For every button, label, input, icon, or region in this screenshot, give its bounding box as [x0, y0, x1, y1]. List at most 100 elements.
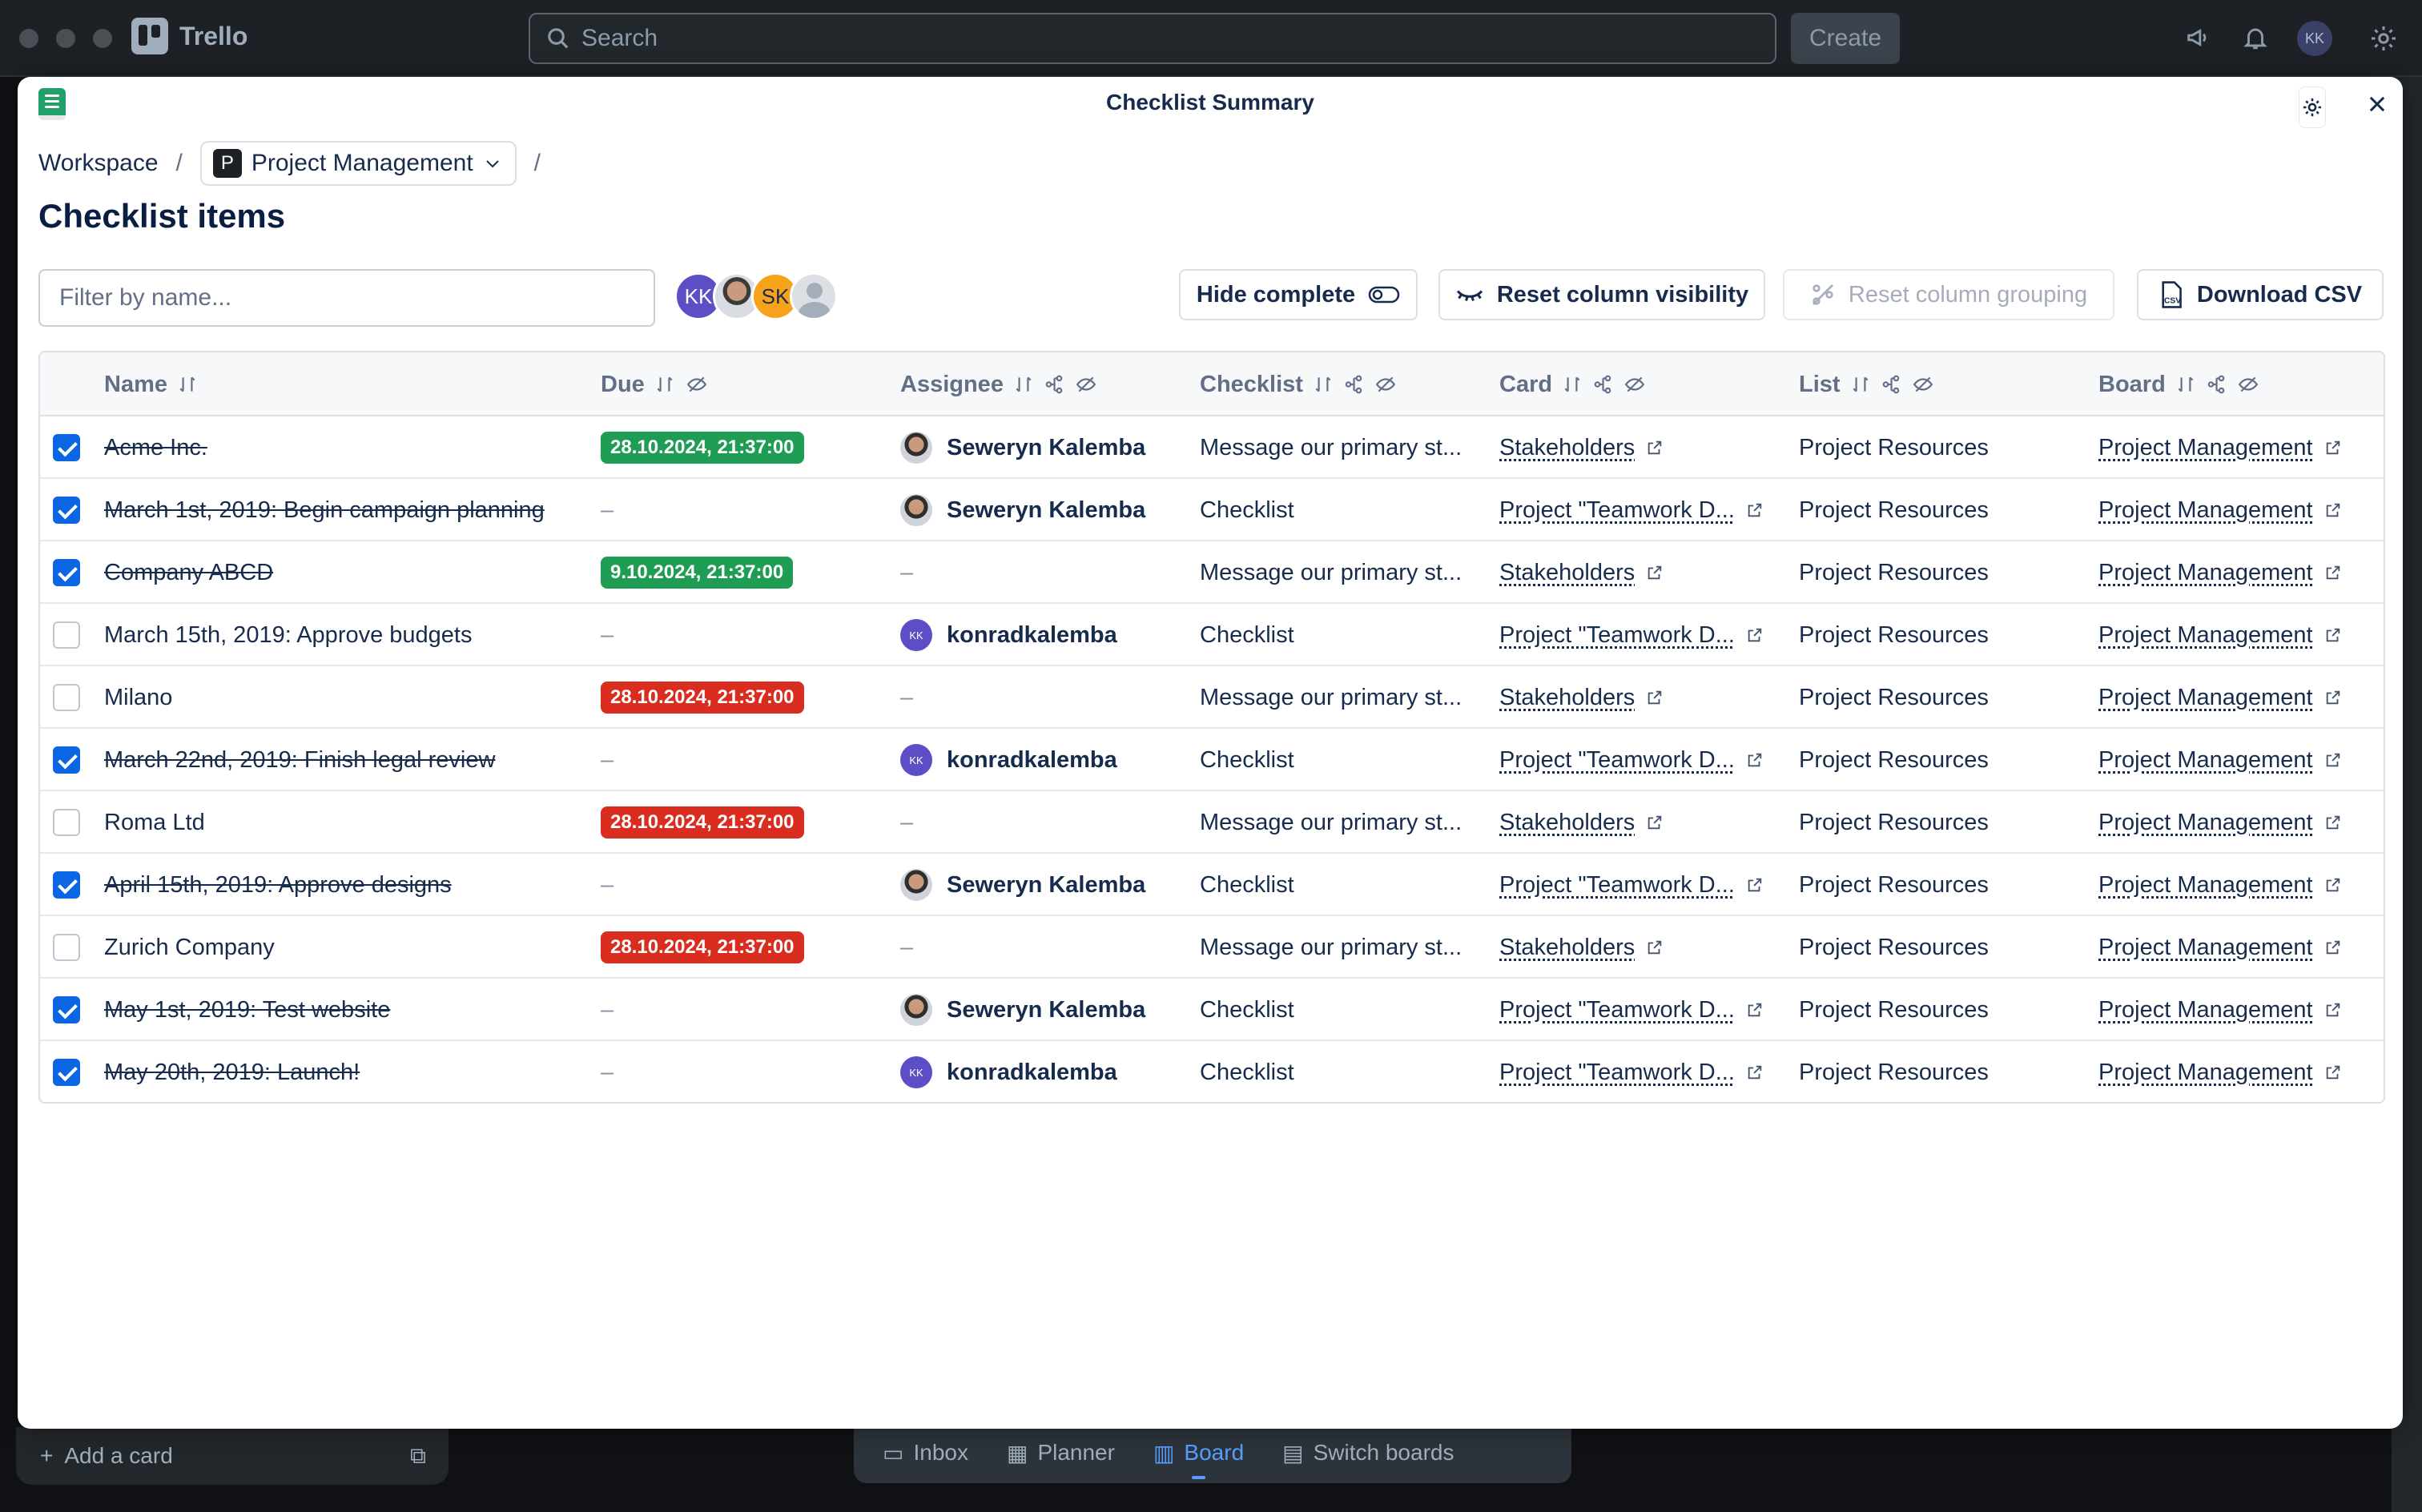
column-header-list[interactable]: List	[1799, 352, 1935, 416]
board-link[interactable]: Project Management	[2098, 935, 2313, 961]
external-link-icon[interactable]	[2324, 626, 2342, 644]
external-link-icon[interactable]	[1746, 1064, 1764, 1081]
card-link[interactable]: Stakeholders	[1499, 810, 1635, 836]
board-link[interactable]: Project Management	[2098, 747, 2313, 774]
column-header-assignee[interactable]: Assignee	[900, 352, 1098, 416]
window-zoom-dot[interactable]	[93, 29, 112, 48]
item-complete-checkbox[interactable]	[53, 996, 80, 1023]
nav-switch-boards[interactable]: ▤ Switch boards	[1282, 1440, 1454, 1466]
board-link[interactable]: Project Management	[2098, 997, 2313, 1023]
hide-column-icon[interactable]	[1911, 374, 1935, 395]
external-link-icon[interactable]	[1746, 501, 1764, 519]
item-complete-checkbox[interactable]	[53, 746, 80, 774]
hide-complete-toggle[interactable]: Hide complete	[1179, 269, 1418, 320]
board-link[interactable]: Project Management	[2098, 497, 2313, 524]
item-complete-checkbox[interactable]	[53, 809, 80, 836]
column-header-checklist[interactable]: Checklist	[1200, 352, 1398, 416]
breadcrumb-workspace[interactable]: Workspace	[38, 150, 159, 177]
sort-icon[interactable]	[1562, 374, 1583, 395]
hide-column-icon[interactable]	[1074, 374, 1098, 395]
card-link[interactable]: Stakeholders	[1499, 685, 1635, 711]
item-complete-checkbox[interactable]	[53, 434, 80, 461]
card-link[interactable]: Project "Teamwork D...	[1499, 1060, 1735, 1086]
card-link[interactable]: Project "Teamwork D...	[1499, 622, 1735, 649]
item-complete-checkbox[interactable]	[53, 684, 80, 711]
item-complete-checkbox[interactable]	[53, 621, 80, 649]
board-link[interactable]: Project Management	[2098, 685, 2313, 711]
card-link[interactable]: Project "Teamwork D...	[1499, 872, 1735, 899]
bell-icon[interactable]	[2241, 24, 2270, 53]
board-link[interactable]: Project Management	[2098, 560, 2313, 586]
external-link-icon[interactable]	[1646, 939, 1664, 956]
column-header-name[interactable]: Name	[104, 352, 198, 416]
card-link[interactable]: Project "Teamwork D...	[1499, 997, 1735, 1023]
external-link-icon[interactable]	[2324, 939, 2342, 956]
external-link-icon[interactable]	[2324, 689, 2342, 706]
card-link[interactable]: Project "Teamwork D...	[1499, 497, 1735, 524]
external-link-icon[interactable]	[1746, 876, 1764, 894]
card-link[interactable]: Stakeholders	[1499, 560, 1635, 586]
board-link[interactable]: Project Management	[2098, 810, 2313, 836]
sort-icon[interactable]	[177, 374, 198, 395]
group-by-icon[interactable]	[1592, 374, 1613, 395]
external-link-icon[interactable]	[2324, 1064, 2342, 1081]
sort-icon[interactable]	[2175, 374, 2196, 395]
external-link-icon[interactable]	[2324, 751, 2342, 769]
sort-icon[interactable]	[654, 374, 675, 395]
card-link[interactable]: Stakeholders	[1499, 935, 1635, 961]
external-link-icon[interactable]	[1646, 564, 1664, 581]
trello-logo[interactable]: Trello	[131, 18, 247, 54]
card-link[interactable]: Stakeholders	[1499, 435, 1635, 461]
sort-icon[interactable]	[1313, 374, 1334, 395]
group-by-icon[interactable]	[2206, 374, 2227, 395]
reset-column-grouping-button[interactable]: Reset column grouping	[1783, 269, 2114, 320]
board-selector[interactable]: P Project Management	[199, 141, 517, 186]
board-link[interactable]: Project Management	[2098, 872, 2313, 899]
external-link-icon[interactable]	[2324, 501, 2342, 519]
external-link-icon[interactable]	[2324, 814, 2342, 831]
external-link-icon[interactable]	[1746, 1001, 1764, 1019]
hide-column-icon[interactable]	[685, 374, 709, 395]
global-search[interactable]: Search	[529, 13, 1776, 64]
modal-settings-gear-icon[interactable]	[2299, 86, 2326, 128]
window-minimize-dot[interactable]	[56, 29, 75, 48]
card-link[interactable]: Project "Teamwork D...	[1499, 747, 1735, 774]
group-by-icon[interactable]	[1881, 374, 1901, 395]
external-link-icon[interactable]	[2324, 876, 2342, 894]
download-csv-button[interactable]: CSV Download CSV	[2137, 269, 2384, 320]
hide-column-icon[interactable]	[2236, 374, 2260, 395]
group-by-icon[interactable]	[1343, 374, 1364, 395]
window-close-dot[interactable]	[19, 29, 38, 48]
board-link[interactable]: Project Management	[2098, 1060, 2313, 1086]
hide-column-icon[interactable]	[1374, 374, 1398, 395]
sort-icon[interactable]	[1013, 374, 1034, 395]
external-link-icon[interactable]	[1646, 689, 1664, 706]
hide-column-icon[interactable]	[1623, 374, 1647, 395]
external-link-icon[interactable]	[2324, 439, 2342, 456]
reset-column-visibility-button[interactable]: Reset column visibility	[1438, 269, 1765, 320]
settings-gear-icon[interactable]	[2369, 24, 2398, 53]
item-complete-checkbox[interactable]	[53, 871, 80, 899]
external-link-icon[interactable]	[1646, 814, 1664, 831]
create-button[interactable]: Create	[1791, 13, 1900, 64]
external-link-icon[interactable]	[2324, 1001, 2342, 1019]
group-by-icon[interactable]	[1044, 374, 1064, 395]
external-link-icon[interactable]	[1746, 751, 1764, 769]
nav-planner[interactable]: ▦ Planner	[1007, 1440, 1115, 1466]
item-complete-checkbox[interactable]	[53, 1059, 80, 1086]
sort-icon[interactable]	[1850, 374, 1871, 395]
item-complete-checkbox[interactable]	[53, 497, 80, 524]
external-link-icon[interactable]	[1646, 439, 1664, 456]
user-avatar[interactable]: KK	[2297, 21, 2332, 56]
item-complete-checkbox[interactable]	[53, 934, 80, 961]
column-header-board[interactable]: Board	[2098, 352, 2260, 416]
external-link-icon[interactable]	[1746, 626, 1764, 644]
close-icon[interactable]	[2361, 88, 2393, 120]
nav-inbox[interactable]: ▭ Inbox	[883, 1440, 968, 1466]
column-header-due[interactable]: Due	[601, 352, 709, 416]
board-link[interactable]: Project Management	[2098, 622, 2313, 649]
external-link-icon[interactable]	[2324, 564, 2342, 581]
avatar-filter-unassigned[interactable]	[790, 272, 838, 320]
column-header-card[interactable]: Card	[1499, 352, 1647, 416]
add-card-button[interactable]: + Add a card ⧉	[16, 1427, 449, 1485]
